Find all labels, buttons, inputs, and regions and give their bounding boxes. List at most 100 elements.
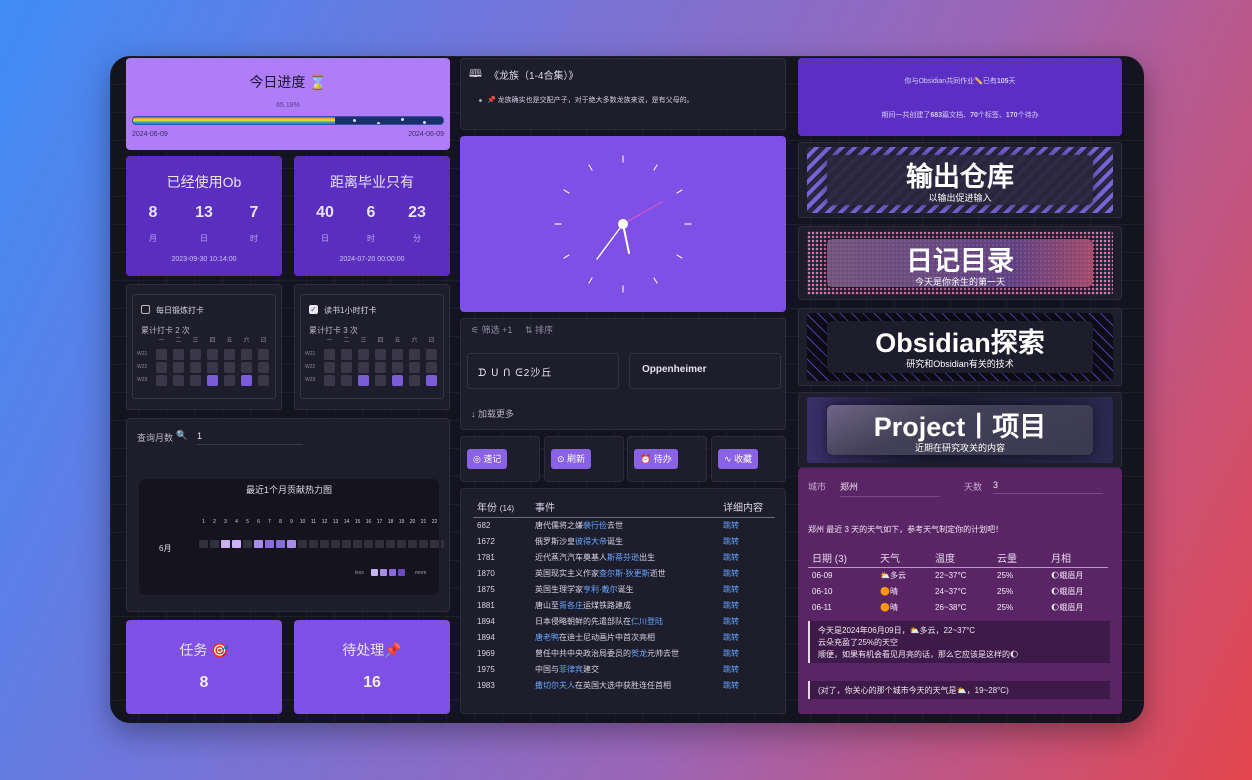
- habit-day-cell[interactable]: [375, 362, 386, 373]
- col-header-weather[interactable]: 天气: [876, 548, 931, 568]
- banner-project[interactable]: Project丨项目 近期在研究攻关的内容: [807, 397, 1113, 463]
- habit-day-cell[interactable]: [241, 362, 252, 373]
- jump-link[interactable]: 跳转: [719, 662, 775, 678]
- favorite-button[interactable]: ∿ 收藏: [718, 449, 759, 469]
- days-input[interactable]: 3: [993, 480, 1103, 494]
- habit-day-cell[interactable]: [392, 362, 403, 373]
- event-link[interactable]: 胥各庄: [559, 601, 583, 610]
- habit-day-cell[interactable]: [241, 375, 252, 386]
- heatmap-cell[interactable]: [210, 540, 219, 548]
- quick-note-button[interactable]: ◎ 速记: [467, 449, 508, 469]
- jump-link[interactable]: 跳转: [719, 582, 775, 598]
- heatmap-cell[interactable]: [375, 540, 384, 548]
- habit-day-cell[interactable]: [409, 349, 420, 360]
- heatmap-cell[interactable]: [441, 540, 444, 548]
- jump-link[interactable]: 跳转: [719, 630, 775, 646]
- heatmap-cell[interactable]: [419, 540, 428, 548]
- gallery-item[interactable]: ᗪ ᑌ ᑎ ᕮ2沙丘: [467, 353, 619, 389]
- event-link[interactable]: 撒切尔夫人: [535, 681, 575, 690]
- heatmap-cell[interactable]: [265, 540, 274, 548]
- habit-day-cell[interactable]: [426, 375, 437, 386]
- habit-day-cell[interactable]: [173, 375, 184, 386]
- habit-day-cell[interactable]: [156, 375, 167, 386]
- banner-card-output[interactable]: 输出仓库 以输出促进输入: [798, 142, 1122, 218]
- habit-day-cell[interactable]: [375, 349, 386, 360]
- event-link[interactable]: 查尔斯·狄更斯: [599, 569, 650, 578]
- sort-button[interactable]: ⇅ 排序: [525, 323, 553, 336]
- event-link[interactable]: 裴行俭: [583, 521, 607, 530]
- habit-day-cell[interactable]: [173, 362, 184, 373]
- col-header-moon[interactable]: 月相: [1047, 548, 1108, 568]
- heatmap-cell[interactable]: [430, 540, 439, 548]
- jump-link[interactable]: 跳转: [719, 614, 775, 630]
- habit-day-cell[interactable]: [341, 362, 352, 373]
- habit-day-cell[interactable]: [392, 349, 403, 360]
- habit-day-cell[interactable]: [426, 362, 437, 373]
- habit-day-cell[interactable]: [190, 362, 201, 373]
- heatmap-cell[interactable]: [254, 540, 263, 548]
- event-link[interactable]: 贺龙: [631, 649, 647, 658]
- habit-day-cell[interactable]: [207, 362, 218, 373]
- habit-day-cell[interactable]: [156, 362, 167, 373]
- banner-diary[interactable]: 日记目录 今天是你余生的第一天: [807, 231, 1113, 295]
- heatmap-cell[interactable]: [232, 540, 241, 548]
- city-input[interactable]: 郑州: [840, 480, 940, 497]
- habit-day-cell[interactable]: [224, 349, 235, 360]
- col-header-year[interactable]: 年份 (14): [473, 497, 531, 518]
- jump-link[interactable]: 跳转: [719, 566, 775, 582]
- habit-day-cell[interactable]: [224, 362, 235, 373]
- heatmap-cell[interactable]: [408, 540, 417, 548]
- heatmap-cell[interactable]: [386, 540, 395, 548]
- habit-day-cell[interactable]: [409, 362, 420, 373]
- heatmap-cell[interactable]: [364, 540, 373, 548]
- habit-day-cell[interactable]: [173, 349, 184, 360]
- jump-link[interactable]: 跳转: [719, 534, 775, 550]
- query-months-input[interactable]: 1: [197, 431, 303, 445]
- habit-day-cell[interactable]: [358, 375, 369, 386]
- heatmap-cell[interactable]: [276, 540, 285, 548]
- col-header-event[interactable]: 事件: [531, 497, 719, 518]
- todo-button[interactable]: ⏰ 待办: [634, 449, 678, 469]
- habit-day-cell[interactable]: [156, 349, 167, 360]
- heatmap-cell[interactable]: [397, 540, 406, 548]
- banner-card-diary[interactable]: 日记目录 今天是你余生的第一天: [798, 226, 1122, 300]
- banner-card-project[interactable]: Project丨项目 近期在研究攻关的内容: [798, 392, 1122, 468]
- heatmap-cell[interactable]: [199, 540, 208, 548]
- event-link[interactable]: 彼得大帝: [575, 537, 607, 546]
- habit-day-cell[interactable]: [341, 349, 352, 360]
- habit-day-cell[interactable]: [258, 349, 269, 360]
- habit-day-cell[interactable]: [341, 375, 352, 386]
- habit-day-cell[interactable]: [190, 349, 201, 360]
- col-header-temp[interactable]: 温度: [931, 548, 993, 568]
- habit-day-cell[interactable]: [324, 349, 335, 360]
- heatmap-cell[interactable]: [298, 540, 307, 548]
- heatmap-cell[interactable]: [342, 540, 351, 548]
- jump-link[interactable]: 跳转: [719, 518, 775, 534]
- gallery-item[interactable]: Oppenheimer: [629, 353, 781, 389]
- event-link[interactable]: 亨利·戴尔: [583, 585, 618, 594]
- heatmap-cell[interactable]: [287, 540, 296, 548]
- load-more-button[interactable]: ↓ 加载更多: [471, 407, 514, 420]
- tasks-card[interactable]: 任务 🎯 8: [126, 620, 282, 714]
- heatmap-cell[interactable]: [243, 540, 252, 548]
- habit-day-cell[interactable]: [258, 362, 269, 373]
- heatmap-cell[interactable]: [331, 540, 340, 548]
- habit-checkbox-checked[interactable]: ✓: [309, 305, 318, 314]
- banner-card-obsidian[interactable]: Obsidian探索 研究和Obsidian有关的技术: [798, 308, 1122, 386]
- jump-link[interactable]: 跳转: [719, 678, 775, 694]
- heatmap-cell[interactable]: [320, 540, 329, 548]
- pending-card[interactable]: 待处理📌 16: [294, 620, 450, 714]
- habit-day-cell[interactable]: [207, 349, 218, 360]
- event-link[interactable]: 仁川登陆: [631, 617, 663, 626]
- habit-day-cell[interactable]: [392, 375, 403, 386]
- habit-day-cell[interactable]: [224, 375, 235, 386]
- habit-day-cell[interactable]: [241, 349, 252, 360]
- habit-day-cell[interactable]: [426, 349, 437, 360]
- habit-day-cell[interactable]: [358, 349, 369, 360]
- col-header-date[interactable]: 日期 (3): [808, 548, 876, 568]
- habit-day-cell[interactable]: [207, 375, 218, 386]
- col-header-cloud[interactable]: 云量: [993, 548, 1047, 568]
- habit-day-cell[interactable]: [258, 375, 269, 386]
- refresh-button[interactable]: ⊙ 刷新: [551, 449, 592, 469]
- habit-day-cell[interactable]: [324, 362, 335, 373]
